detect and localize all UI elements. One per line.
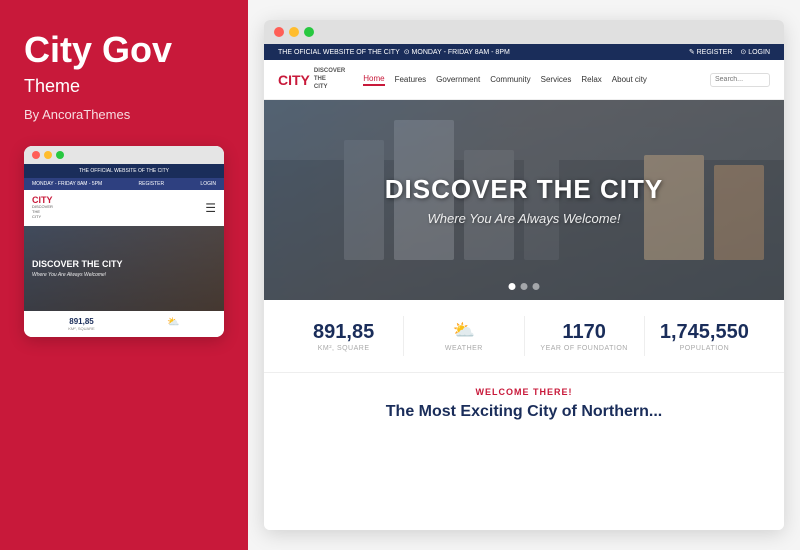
theme-author: By AncoraThemes: [24, 107, 224, 122]
hamburger-icon[interactable]: ☰: [205, 201, 216, 215]
hero-dot-2[interactable]: [521, 283, 528, 290]
desktop-nav: CITY DISCOVERTHECITY Home Features Gover…: [264, 60, 784, 100]
utility-register[interactable]: ✎ REGISTER: [689, 48, 733, 56]
nav-logo-text: CITY: [278, 72, 310, 88]
stat-foundation: 1170 YEAR OF FOUNDATION: [525, 321, 644, 352]
mini-dot-red: [32, 151, 40, 159]
weather-icon: ⛅: [167, 317, 179, 328]
mini-stat-item: 891,85 KM², SQUARE: [68, 317, 94, 331]
mini-register: REGISTER: [139, 181, 165, 187]
hero-dot-1[interactable]: [509, 283, 516, 290]
desktop-utility-bar: THE OFICIAL WEBSITE OF THE CITY ⊙ MONDAY…: [264, 44, 784, 60]
nav-link-home[interactable]: Home: [363, 74, 384, 86]
nav-logo-discover: DISCOVERTHECITY: [314, 68, 345, 91]
nav-link-aboutcity[interactable]: About city: [612, 75, 647, 84]
mini-hours: MONDAY - FRIDAY 8AM - 5PM: [32, 181, 102, 187]
hero-dot-3[interactable]: [533, 283, 540, 290]
theme-subtitle: Theme: [24, 76, 224, 97]
mini-title-bar: [24, 146, 224, 164]
utility-left: THE OFICIAL WEBSITE OF THE CITY ⊙ MONDAY…: [278, 48, 510, 56]
mini-stats: 891,85 KM², SQUARE ⛅: [24, 311, 224, 337]
stat-weather: ⛅ WEATHER: [404, 320, 523, 352]
mini-hero-sub: Where You Are Always Welcome!: [32, 272, 106, 278]
hero-title: DISCOVER THE CITY: [385, 174, 663, 205]
nav-link-government[interactable]: Government: [436, 75, 480, 84]
mini-logo-area: CITY DISCOVERTHECITY ☰: [24, 190, 224, 226]
utility-official-text: THE OFICIAL WEBSITE OF THE CITY: [278, 49, 400, 56]
mini-topbar-text: THE OFFICIAL WEBSITE OF THE CITY: [79, 168, 169, 174]
mini-dot-green: [56, 151, 64, 159]
nav-links: Home Features Government Community Servi…: [363, 74, 700, 86]
mini-nav-bar: MONDAY - FRIDAY 8AM - 5PM REGISTER LOGIN: [24, 178, 224, 190]
search-input[interactable]: [710, 73, 770, 87]
hero-dots: [509, 283, 540, 290]
mini-stat-number: 891,85: [68, 317, 94, 326]
mini-dot-yellow: [44, 151, 52, 159]
stat-km2-number: 891,85: [284, 321, 403, 343]
nav-link-community[interactable]: Community: [490, 75, 530, 84]
utility-right: ✎ REGISTER ⊙ LOGIN: [689, 48, 770, 56]
theme-title: City Gov: [24, 30, 224, 70]
stat-foundation-label: YEAR OF FOUNDATION: [525, 345, 644, 352]
stat-foundation-number: 1170: [525, 321, 644, 343]
mini-mockup: THE OFFICIAL WEBSITE OF THE CITY MONDAY …: [24, 146, 224, 337]
stat-km2-label: KM², SQUARE: [284, 345, 403, 352]
hero-subtitle: Where You Are Always Welcome!: [385, 211, 663, 226]
stat-weather-label: WEATHER: [404, 345, 523, 352]
left-panel: City Gov Theme By AncoraThemes THE OFFIC…: [0, 0, 248, 550]
welcome-section: WELCOME THERE! The Most Exciting City of…: [264, 373, 784, 530]
mini-stat-weather: ⛅: [167, 317, 179, 331]
desktop-title-bar: [264, 20, 784, 44]
desktop-dot-green: [304, 27, 314, 37]
desktop-dot-yellow: [289, 27, 299, 37]
nav-link-features[interactable]: Features: [395, 75, 427, 84]
stats-bar: 891,85 KM², SQUARE ⛅ WEATHER 1170 YEAR O…: [264, 300, 784, 373]
welcome-text: The Most Exciting City of Northern...: [284, 403, 764, 421]
hero-content: DISCOVER THE CITY Where You Are Always W…: [385, 174, 663, 226]
stat-population: 1,745,550 POPULATION: [645, 321, 764, 352]
weather-icon: ⛅: [404, 320, 523, 341]
utility-login[interactable]: ⊙ LOGIN: [740, 48, 770, 56]
desktop-dot-red: [274, 27, 284, 37]
mini-top-bar: THE OFFICIAL WEBSITE OF THE CITY: [24, 164, 224, 178]
nav-logo: CITY DISCOVERTHECITY: [278, 68, 345, 91]
stat-km2: 891,85 KM², SQUARE: [284, 321, 403, 352]
welcome-label: WELCOME THERE!: [284, 387, 764, 397]
mini-logo-sub: DISCOVERTHECITY: [32, 205, 53, 219]
mini-hero: DISCOVER THE CITY Where You Are Always W…: [24, 226, 224, 311]
nav-link-services[interactable]: Services: [541, 75, 572, 84]
nav-link-relax[interactable]: Relax: [581, 75, 601, 84]
desktop-mockup: THE OFICIAL WEBSITE OF THE CITY ⊙ MONDAY…: [264, 20, 784, 530]
stat-population-number: 1,745,550: [645, 321, 764, 343]
mini-hero-title: DISCOVER THE CITY: [32, 259, 123, 270]
utility-hours: ⊙ MONDAY - FRIDAY 8AM - 8PM: [404, 48, 510, 56]
mini-login: LOGIN: [200, 181, 216, 187]
desktop-hero: DISCOVER THE CITY Where You Are Always W…: [264, 100, 784, 300]
stat-population-label: POPULATION: [645, 345, 764, 352]
mini-stat-label: KM², SQUARE: [68, 326, 94, 331]
right-panel: THE OFICIAL WEBSITE OF THE CITY ⊙ MONDAY…: [248, 0, 800, 550]
